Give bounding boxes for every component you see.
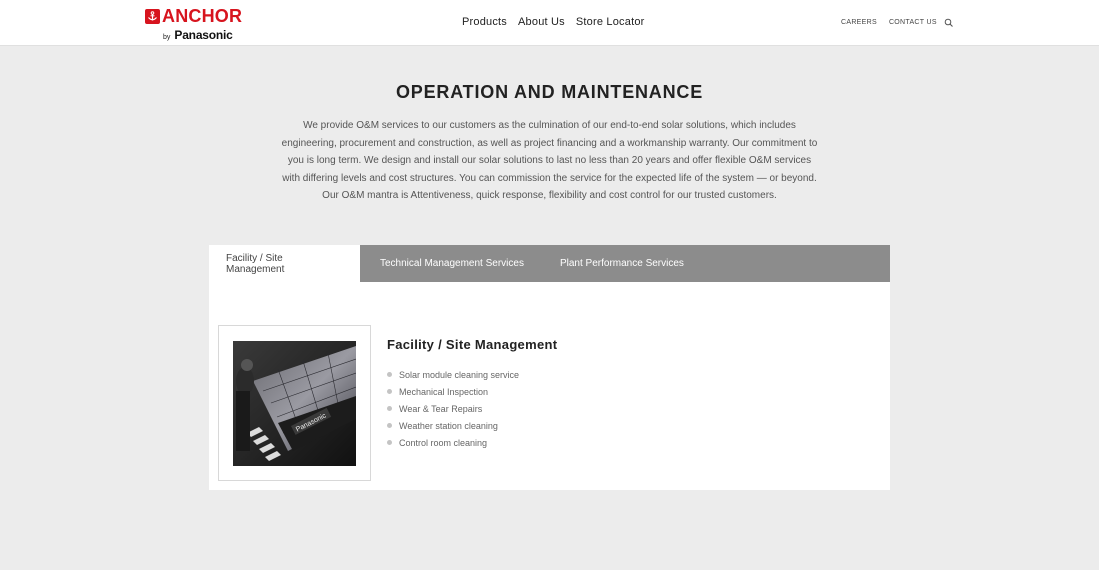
list-item: Weather station cleaning bbox=[387, 417, 519, 434]
intro-text: We provide O&M services to our customers… bbox=[280, 117, 819, 205]
site-header: ANCHOR by Panasonic Products About Us St… bbox=[0, 0, 1099, 46]
service-tabs: Facility / Site Management Technical Man… bbox=[209, 245, 890, 282]
nav-products[interactable]: Products bbox=[462, 16, 507, 28]
tab-plant-performance-services[interactable]: Plant Performance Services bbox=[542, 245, 702, 282]
utility-nav: CAREERS CONTACT US bbox=[841, 19, 937, 26]
bullet-icon bbox=[387, 389, 392, 394]
list-item-label: Mechanical Inspection bbox=[399, 386, 489, 397]
solar-panel-photo: Panasonic bbox=[233, 341, 356, 466]
list-item: Control room cleaning bbox=[387, 434, 519, 451]
brand-parent: Panasonic bbox=[174, 28, 233, 42]
tab-technical-management-services[interactable]: Technical Management Services bbox=[360, 245, 542, 282]
list-item-label: Wear & Tear Repairs bbox=[399, 403, 483, 414]
bullet-icon bbox=[387, 372, 392, 377]
nav-contact-us[interactable]: CONTACT US bbox=[889, 19, 937, 26]
tab-panel: Panasonic Facility / Site Management Sol… bbox=[209, 282, 890, 490]
list-item-label: Solar module cleaning service bbox=[399, 369, 520, 380]
intro-line: you is long term. We design and install … bbox=[287, 155, 812, 166]
nav-about-us[interactable]: About Us bbox=[518, 16, 565, 28]
list-item-label: Control room cleaning bbox=[399, 437, 488, 448]
intro-line: We provide O&M services to our customers… bbox=[303, 120, 796, 131]
list-item: Mechanical Inspection bbox=[387, 383, 519, 400]
service-list: Solar module cleaning service Mechanical… bbox=[387, 366, 519, 451]
bullet-icon bbox=[387, 406, 392, 411]
list-item: Wear & Tear Repairs bbox=[387, 400, 519, 417]
panel-heading: Facility / Site Management bbox=[387, 337, 558, 352]
list-item: Solar module cleaning service bbox=[387, 366, 519, 383]
list-item-label: Weather station cleaning bbox=[399, 420, 498, 431]
main-nav: Products About Us Store Locator bbox=[462, 16, 645, 28]
anchor-panasonic-logo[interactable]: ANCHOR by Panasonic bbox=[145, 6, 255, 42]
tab-facility-site-management[interactable]: Facility / Site Management bbox=[209, 245, 360, 282]
bullet-icon bbox=[387, 440, 392, 445]
brand-name: ANCHOR bbox=[162, 6, 243, 26]
nav-store-locator[interactable]: Store Locator bbox=[576, 16, 645, 28]
intro-line: with differing levels and cost structure… bbox=[282, 172, 817, 184]
service-image: Panasonic bbox=[218, 325, 371, 481]
intro-line: engineering, procurement and constructio… bbox=[281, 137, 818, 149]
bullet-icon bbox=[387, 423, 392, 428]
search-icon[interactable] bbox=[944, 18, 954, 28]
intro-line: Our O&M mantra is Attentiveness, quick r… bbox=[322, 190, 777, 201]
page-title: OPERATION AND MAINTENANCE bbox=[396, 82, 703, 102]
brand-by: by bbox=[163, 34, 171, 41]
anchor-icon bbox=[145, 8, 160, 24]
nav-careers[interactable]: CAREERS bbox=[841, 19, 877, 26]
